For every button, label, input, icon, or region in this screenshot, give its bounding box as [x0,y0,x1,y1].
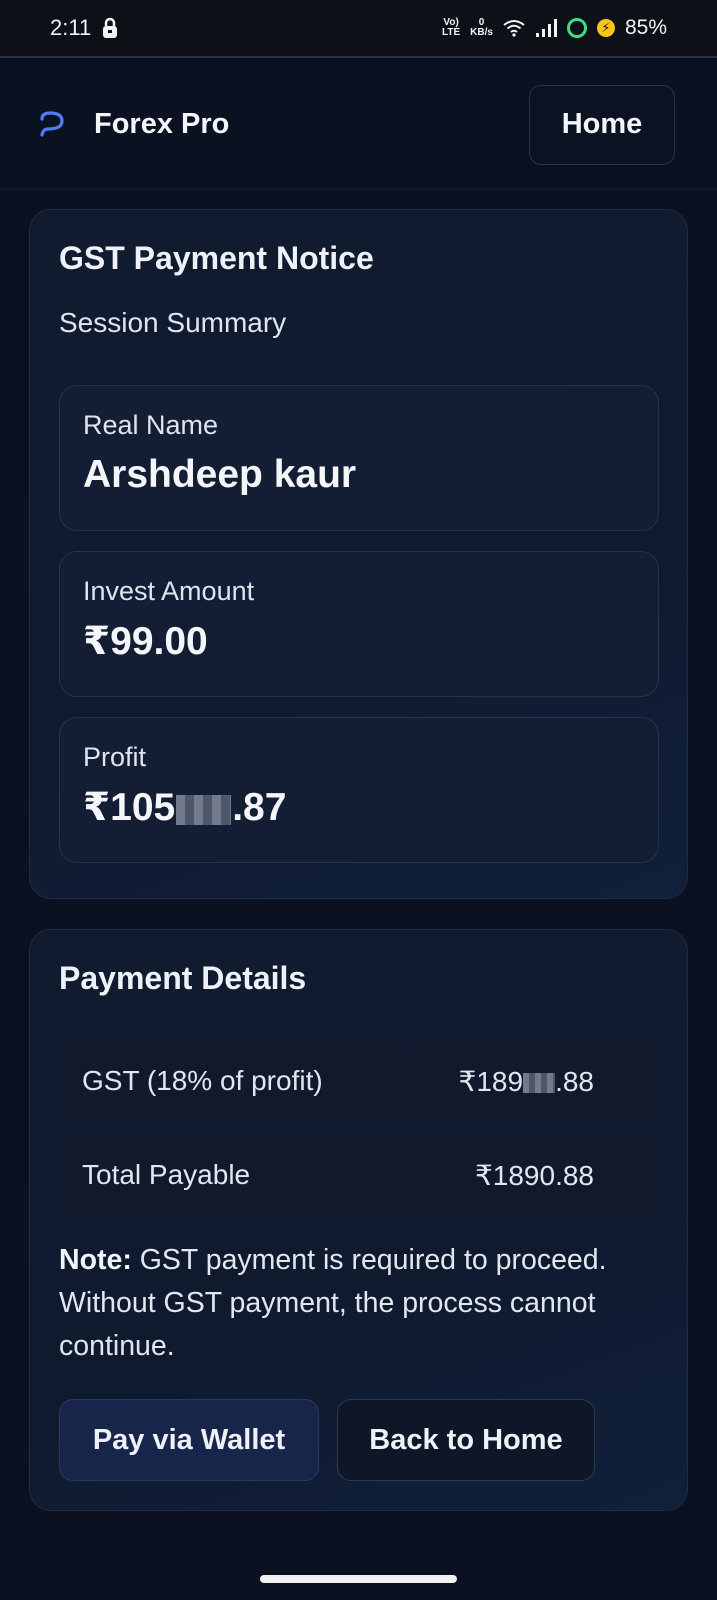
profit-value-suffix: .87 [232,786,287,829]
notice-title: GST Payment Notice [59,240,374,276]
status-bar: 2:11 Vo) LTE 0 KB/s ⚡ 85% [0,0,717,58]
session-summary-label: Session Summary [59,307,287,338]
wifi-icon [503,20,525,37]
gst-label: GST (18% of profit) [82,1065,323,1096]
real-name-box: Real Name Arshdeep kaur [59,385,659,531]
real-name-label: Real Name [83,410,219,440]
volte-indicator: Vo) LTE [442,17,461,38]
app-header: Forex Pro Home [0,60,717,190]
gst-value: ₹189.88 [458,1065,594,1097]
redacted-pixelation [523,1073,556,1094]
gst-row: GST (18% of profit) ₹189.88 [59,1041,659,1121]
brand-title: Forex Pro [94,108,230,140]
total-payable-row: Total Payable ₹1890.88 [59,1135,659,1215]
redacted-pixelation [176,794,232,825]
status-right: Vo) LTE 0 KB/s ⚡ 85% [442,16,667,40]
gst-note: Note: GST payment is required to proceed… [59,1239,669,1368]
profit-value-prefix: ₹105 [83,786,176,829]
battery-saver-icon [566,18,587,38]
charging-icon: ⚡ [596,19,615,37]
note-text: GST payment is required to proceed. With… [59,1244,607,1362]
pay-via-wallet-button[interactable]: Pay via Wallet [59,1399,319,1481]
battery-level: 85% [624,16,667,39]
brand[interactable]: Forex Pro [38,108,229,141]
profit-box: Profit ₹105 .87 [59,717,659,863]
payment-details-card: Payment Details GST (18% of profit) ₹189… [29,929,688,1511]
real-name-value: Arshdeep kaur [83,453,357,496]
gesture-home-indicator[interactable] [260,1575,457,1583]
home-button[interactable]: Home [529,84,675,165]
invest-amount-box: Invest Amount ₹99.00 [59,551,659,697]
lock-icon [103,17,118,38]
payment-details-title: Payment Details [59,960,307,996]
note-label: Note: [59,1244,132,1276]
signal-icon [535,19,557,37]
total-payable-value: ₹1890.88 [474,1159,594,1191]
clock: 2:11 [50,15,92,40]
brand-logo-icon [40,110,64,137]
back-to-home-button[interactable]: Back to Home [337,1399,595,1481]
invest-amount-value: ₹99.00 [83,620,208,663]
status-left: 2:11 [50,15,119,41]
total-payable-label: Total Payable [82,1159,251,1190]
invest-amount-label: Invest Amount [83,576,255,606]
network-speed: 0 KB/s [470,17,493,38]
profit-label: Profit [83,742,147,772]
gst-notice-card: GST Payment Notice Session Summary Real … [29,209,688,899]
profit-value: ₹105 .87 [83,785,635,830]
